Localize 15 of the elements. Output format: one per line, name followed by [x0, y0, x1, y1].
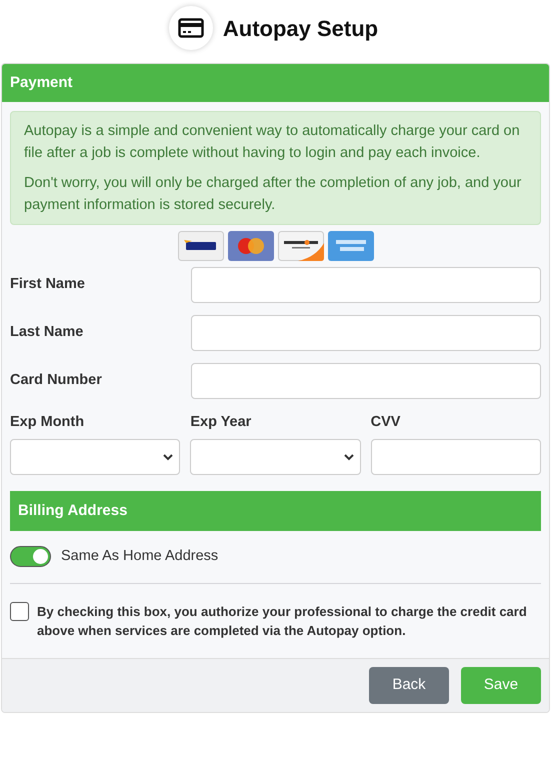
save-button[interactable]: Save: [461, 666, 541, 704]
field-label: Card Number: [10, 371, 103, 390]
info-text: Autopay is a simple and convenient way to automatically charge your card on file after a job is complete without having to login and pay each invoice.: [24, 122, 521, 163]
section-header: Billing Address: [10, 491, 541, 531]
info-text: Don't worry, you will only be charged after the completion of any job, and your payment information is stored securely.: [24, 174, 522, 215]
field-label: First Name: [10, 275, 86, 294]
toggle-label: Same As Home Address: [61, 547, 218, 566]
page-title: Autopay Setup: [222, 14, 378, 43]
consent-text: By checking this box, you authorize your professional to charge the credit card above when services are completed via the Autopay option.: [37, 602, 528, 640]
field-label: Last Name: [10, 323, 84, 342]
field-label: Exp Year: [190, 413, 252, 432]
field-label: CVV: [370, 413, 402, 432]
field-label: Exp Month: [10, 413, 86, 432]
back-button[interactable]: Back: [369, 666, 449, 704]
section-header: Payment: [2, 64, 549, 102]
